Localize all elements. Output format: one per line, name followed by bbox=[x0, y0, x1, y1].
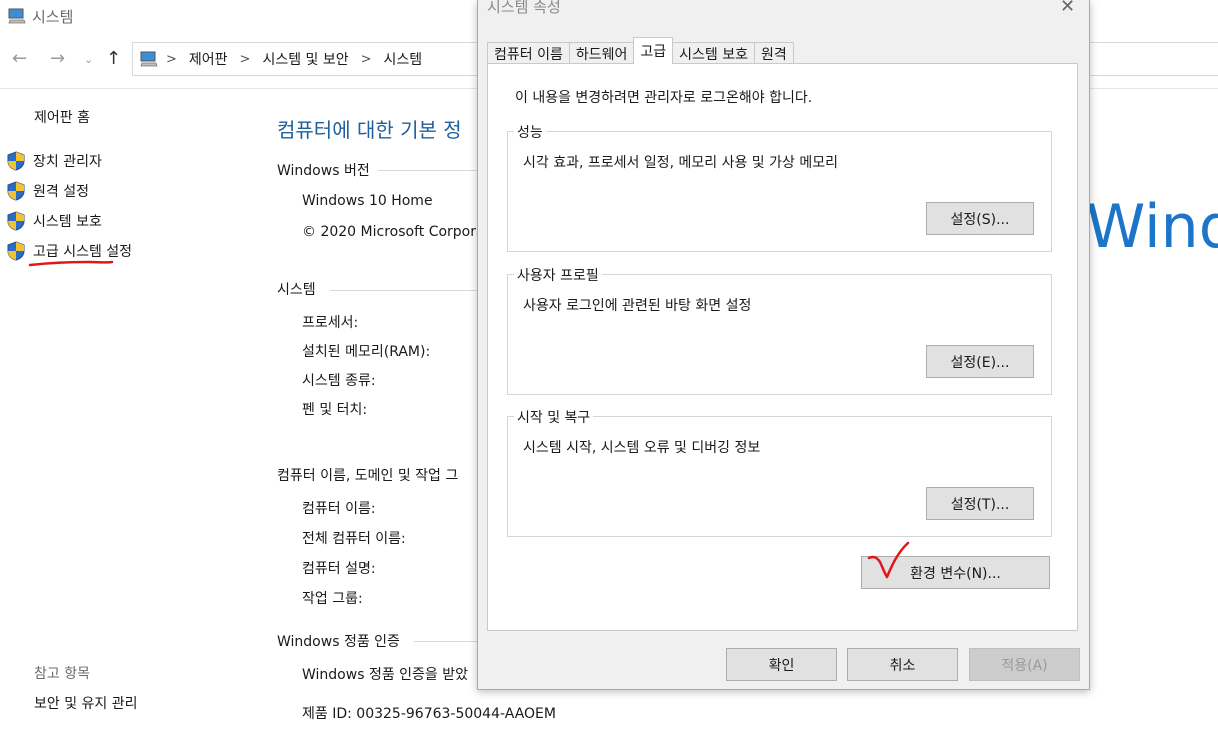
tab-advanced[interactable]: 고급 bbox=[633, 37, 674, 64]
group-user-profiles: 사용자 프로필 사용자 로그인에 관련된 바탕 화면 설정 설정(E)... bbox=[507, 265, 1052, 395]
shield-icon bbox=[7, 181, 25, 201]
breadcrumb-system-security[interactable]: 시스템 및 보안 bbox=[262, 49, 348, 69]
group-title: 사용자 프로필 bbox=[514, 265, 602, 285]
shield-icon bbox=[7, 211, 25, 231]
sidebar-item-advanced-settings[interactable]: 고급 시스템 설정 bbox=[7, 241, 132, 261]
red-checkmark-annotation bbox=[867, 541, 910, 579]
sidebar-home-link[interactable]: 제어판 홈 bbox=[34, 107, 90, 127]
computer-name-label: 컴퓨터 이름: bbox=[302, 501, 376, 517]
ok-button[interactable]: 확인 bbox=[726, 648, 837, 681]
divider bbox=[378, 170, 477, 171]
performance-settings-button[interactable]: 설정(S)... bbox=[926, 202, 1034, 235]
forward-arrow-icon[interactable]: → bbox=[50, 48, 65, 69]
admin-notice: 이 내용을 변경하려면 관리자로 로그온해야 합니다. bbox=[515, 90, 813, 106]
apply-button[interactable]: 적용(A) bbox=[969, 648, 1080, 681]
workgroup-label: 작업 그룹: bbox=[302, 591, 363, 607]
sidebar-item-device-manager[interactable]: 장치 관리자 bbox=[7, 151, 102, 171]
tab-remote[interactable]: 원격 bbox=[754, 42, 794, 64]
section-windows-edition: Windows 버전 bbox=[277, 163, 370, 179]
tab-system-protection[interactable]: 시스템 보호 bbox=[672, 42, 756, 64]
window-title-bar: 시스템 bbox=[8, 5, 73, 27]
close-icon[interactable]: ✕ bbox=[1060, 0, 1075, 17]
copyright-text: © 2020 Microsoft Corpora bbox=[302, 224, 485, 240]
see-also-security-maintenance[interactable]: 보안 및 유지 관리 bbox=[34, 693, 138, 713]
advanced-tab-panel: 이 내용을 변경하려면 관리자로 로그온해야 합니다. 성능 시각 효과, 프로… bbox=[487, 63, 1078, 631]
section-computer-name: 컴퓨터 이름, 도메인 및 작업 그 bbox=[277, 468, 459, 484]
activation-status: Windows 정품 인증을 받았 bbox=[302, 667, 469, 683]
sidebar-item-remote-settings[interactable]: 원격 설정 bbox=[7, 181, 89, 201]
sidebar-item-label: 장치 관리자 bbox=[33, 154, 102, 170]
sidebar-item-label: 원격 설정 bbox=[33, 184, 89, 200]
group-description: 시각 효과, 프로세서 일정, 메모리 사용 및 가상 메모리 bbox=[523, 155, 838, 171]
system-properties-dialog: 시스템 속성 ✕ 컴퓨터 이름 하드웨어 고급 시스템 보호 원격 이 내용을 … bbox=[477, 0, 1090, 690]
group-title: 시작 및 복구 bbox=[514, 407, 594, 427]
memory-label: 설치된 메모리(RAM): bbox=[302, 344, 431, 360]
windows-logo-text: Wind bbox=[1086, 192, 1218, 262]
computer-description-label: 컴퓨터 설명: bbox=[302, 561, 376, 577]
group-performance: 성능 시각 효과, 프로세서 일정, 메모리 사용 및 가상 메모리 설정(S)… bbox=[507, 122, 1052, 252]
recent-chevron-down-icon[interactable]: ⌄ bbox=[84, 53, 93, 66]
product-id: 제품 ID: 00325-96763-50044-AAOEM bbox=[302, 706, 556, 722]
user-profiles-settings-button[interactable]: 설정(E)... bbox=[926, 345, 1034, 378]
back-arrow-icon[interactable]: ← bbox=[12, 48, 27, 69]
tab-hardware[interactable]: 하드웨어 bbox=[568, 42, 635, 64]
shield-icon bbox=[7, 241, 25, 261]
system-type-label: 시스템 종류: bbox=[302, 373, 376, 389]
red-underline-annotation bbox=[28, 260, 114, 267]
section-activation: Windows 정품 인증 bbox=[277, 634, 400, 650]
dialog-title: 시스템 속성 bbox=[487, 0, 561, 16]
computer-icon bbox=[8, 8, 26, 24]
breadcrumb-chevron-icon: > bbox=[239, 51, 251, 67]
breadcrumb-chevron-icon: > bbox=[166, 51, 177, 67]
breadcrumb-system[interactable]: 시스템 bbox=[384, 49, 423, 69]
startup-recovery-settings-button[interactable]: 설정(T)... bbox=[926, 487, 1034, 520]
divider bbox=[330, 290, 477, 291]
group-startup-recovery: 시작 및 복구 시스템 시작, 시스템 오류 및 디버깅 정보 설정(T)... bbox=[507, 407, 1052, 537]
window-title: 시스템 bbox=[32, 7, 74, 26]
cancel-button[interactable]: 취소 bbox=[847, 648, 958, 681]
divider bbox=[414, 641, 477, 642]
windows-edition-value: Windows 10 Home bbox=[302, 193, 433, 209]
up-arrow-icon[interactable]: ↑ bbox=[106, 48, 121, 69]
shield-icon bbox=[7, 151, 25, 171]
pen-touch-label: 펜 및 터치: bbox=[302, 402, 368, 418]
group-description: 시스템 시작, 시스템 오류 및 디버깅 정보 bbox=[523, 440, 761, 456]
page-title: 컴퓨터에 대한 기본 정 bbox=[277, 118, 462, 142]
tab-strip: 컴퓨터 이름 하드웨어 고급 시스템 보호 원격 bbox=[487, 37, 794, 64]
control-panel-icon bbox=[140, 51, 158, 67]
section-system: 시스템 bbox=[277, 282, 316, 298]
see-also-title: 참고 항목 bbox=[34, 666, 90, 682]
tab-computer-name[interactable]: 컴퓨터 이름 bbox=[487, 42, 570, 64]
sidebar-item-label: 고급 시스템 설정 bbox=[33, 244, 133, 260]
breadcrumb-chevron-icon: > bbox=[360, 51, 372, 67]
group-description: 사용자 로그인에 관련된 바탕 화면 설정 bbox=[523, 298, 752, 314]
sidebar-item-system-protection[interactable]: 시스템 보호 bbox=[7, 211, 102, 231]
sidebar-item-label: 시스템 보호 bbox=[33, 214, 102, 230]
group-title: 성능 bbox=[514, 122, 546, 142]
processor-label: 프로세서: bbox=[302, 315, 359, 331]
full-computer-name-label: 전체 컴퓨터 이름: bbox=[302, 531, 406, 547]
breadcrumb-control-panel[interactable]: 제어판 bbox=[189, 49, 228, 69]
